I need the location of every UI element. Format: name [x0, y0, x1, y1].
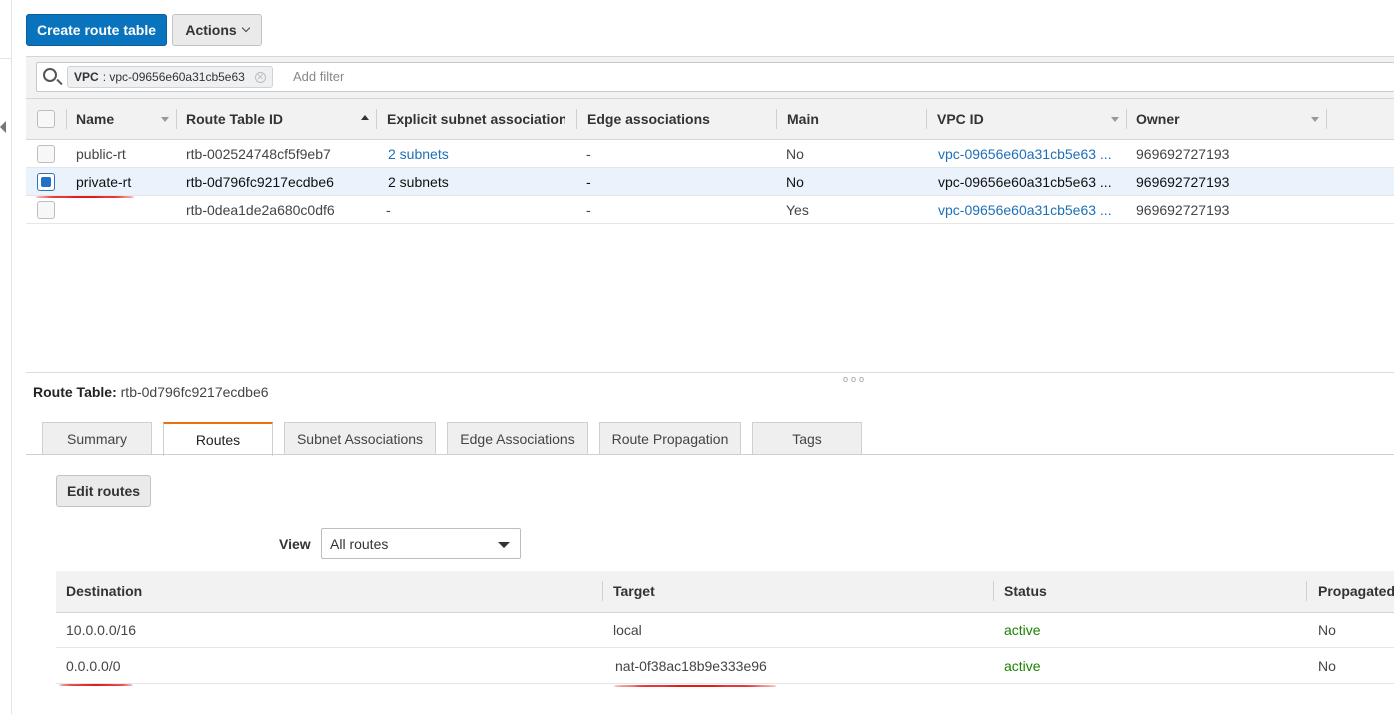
- cell-name: [76, 196, 176, 224]
- column-header-target: Target: [613, 583, 655, 599]
- cell-edge-associations: -: [586, 202, 591, 218]
- cell-route-table-id: rtb-0d796fc9217ecdbe6: [186, 174, 334, 190]
- tab-route-propagation[interactable]: Route Propagation: [599, 422, 741, 454]
- create-route-table-button[interactable]: Create route table: [26, 14, 167, 46]
- column-header-status: Status: [1004, 583, 1047, 599]
- column-header-owner[interactable]: Owner: [1136, 99, 1296, 139]
- routes-table-header: Destination Target Status Propagated: [56, 571, 1394, 613]
- tab-tags[interactable]: Tags: [752, 422, 862, 454]
- route-table-detail-title: Route Table: rtb-0d796fc9217ecdbe6: [33, 384, 269, 400]
- route-target: local: [613, 622, 642, 638]
- actions-label: Actions: [185, 22, 237, 38]
- column-header-edge-associations[interactable]: Edge associations: [587, 99, 767, 139]
- row-checkbox[interactable]: [37, 145, 55, 163]
- column-header-main[interactable]: Main: [787, 99, 907, 139]
- route-destination: 10.0.0.0/16: [66, 622, 137, 638]
- cell-edge-associations: -: [586, 146, 591, 162]
- select-all-checkbox[interactable]: [37, 110, 55, 128]
- filter-token-vpc[interactable]: VPC : vpc-09656e60a31cb5e63 ✕: [67, 66, 273, 88]
- filter-token-value: : vpc-09656e60a31cb5e63: [102, 70, 245, 84]
- filter-search-box[interactable]: VPC : vpc-09656e60a31cb5e63 ✕ Add filter: [36, 62, 1394, 92]
- route-tables-header: Name Route Table ID Explicit subnet asso…: [26, 98, 1394, 140]
- route-status: active: [1004, 658, 1041, 674]
- cell-main: No: [786, 174, 804, 190]
- column-header-explicit-subnet-association[interactable]: Explicit subnet association: [387, 99, 565, 139]
- cell-owner: 969692727193: [1136, 174, 1230, 190]
- cell-route-table-id: rtb-0dea1de2a680c0df6: [186, 202, 335, 218]
- route-row: 10.0.0.0/16 local active No: [56, 612, 1394, 648]
- column-header-destination: Destination: [66, 583, 143, 599]
- left-nav-collapse-bar[interactable]: [0, 0, 12, 714]
- view-select-value: All routes: [330, 535, 389, 552]
- cell-main: No: [786, 146, 804, 162]
- sort-ascending-icon[interactable]: [361, 115, 369, 120]
- table-row-selected[interactable]: private-rt rtb-0d796fc9217ecdbe6 2 subne…: [26, 168, 1394, 196]
- subnets-link[interactable]: 2 subnets: [388, 140, 568, 168]
- tab-divider: [26, 454, 1394, 455]
- divider: [0, 58, 12, 59]
- nat-gateway-link[interactable]: nat-0f38ac18b9e333e96: [615, 648, 767, 684]
- cell-name: public-rt: [76, 146, 126, 162]
- add-filter-input[interactable]: Add filter: [293, 69, 344, 84]
- chevron-down-icon: [241, 23, 250, 33]
- edit-routes-button[interactable]: Edit routes: [56, 475, 151, 507]
- tab-edge-associations[interactable]: Edge Associations: [447, 422, 588, 454]
- vpc-id-link[interactable]: vpc-09656e60a31cb5e63 ...: [938, 140, 1123, 168]
- filter-token-key: VPC: [74, 70, 99, 84]
- cell-route-table-id: rtb-002524748cf5f9eb7: [186, 146, 331, 162]
- table-row[interactable]: public-rt rtb-002524748cf5f9eb7 2 subnet…: [26, 140, 1394, 168]
- tab-subnet-associations[interactable]: Subnet Associations: [284, 422, 436, 454]
- view-label: View: [279, 536, 311, 552]
- remove-filter-icon[interactable]: ✕: [254, 71, 266, 83]
- route-propagated: No: [1318, 622, 1336, 638]
- annotation-underline: [614, 685, 776, 687]
- vpc-id-link[interactable]: vpc-09656e60a31cb5e63 ...: [938, 168, 1123, 196]
- tab-routes[interactable]: Routes: [163, 422, 273, 456]
- sort-caret-icon[interactable]: [1311, 117, 1319, 122]
- tab-summary[interactable]: Summary: [42, 422, 152, 454]
- column-header-name[interactable]: Name: [76, 99, 166, 139]
- route-row: 0.0.0.0/0 nat-0f38ac18b9e333e96 active N…: [56, 648, 1394, 684]
- resize-handle-icon[interactable]: ooo: [843, 374, 867, 384]
- cell-owner: 969692727193: [1136, 146, 1230, 162]
- sort-caret-icon[interactable]: [1111, 117, 1119, 122]
- annotation-underline: [36, 196, 134, 198]
- route-status: active: [1004, 622, 1041, 638]
- sort-caret-icon[interactable]: [161, 117, 169, 122]
- annotation-underline: [59, 684, 133, 686]
- cell-edge-associations: -: [586, 174, 591, 190]
- cell-main: Yes: [786, 202, 809, 218]
- detail-title-label: Route Table:: [33, 384, 117, 400]
- route-propagated: No: [1318, 658, 1336, 674]
- actions-dropdown-button[interactable]: Actions: [172, 14, 262, 46]
- column-header-vpc-id[interactable]: VPC ID: [937, 99, 1097, 139]
- route-destination: 0.0.0.0/0: [66, 658, 121, 674]
- cell-explicit-subnet-association: -: [386, 202, 391, 218]
- collapse-caret-icon[interactable]: [0, 121, 6, 133]
- row-checkbox-checked[interactable]: [37, 173, 55, 191]
- column-header-route-table-id[interactable]: Route Table ID: [186, 99, 366, 139]
- detail-title-value: rtb-0d796fc9217ecdbe6: [120, 384, 269, 400]
- column-header-propagated: Propagated: [1318, 583, 1394, 599]
- row-checkbox[interactable]: [37, 201, 55, 219]
- cell-name: private-rt: [76, 174, 132, 190]
- view-select[interactable]: All routes: [321, 528, 521, 559]
- dropdown-arrow-icon: [498, 542, 510, 548]
- panel-splitter[interactable]: [26, 372, 1394, 373]
- cell-owner: 969692727193: [1136, 202, 1230, 218]
- search-icon: [43, 68, 57, 82]
- table-row[interactable]: rtb-0dea1de2a680c0df6 - - Yes vpc-09656e…: [26, 196, 1394, 224]
- subnets-link[interactable]: 2 subnets: [388, 168, 568, 196]
- vpc-id-link[interactable]: vpc-09656e60a31cb5e63 ...: [938, 196, 1123, 224]
